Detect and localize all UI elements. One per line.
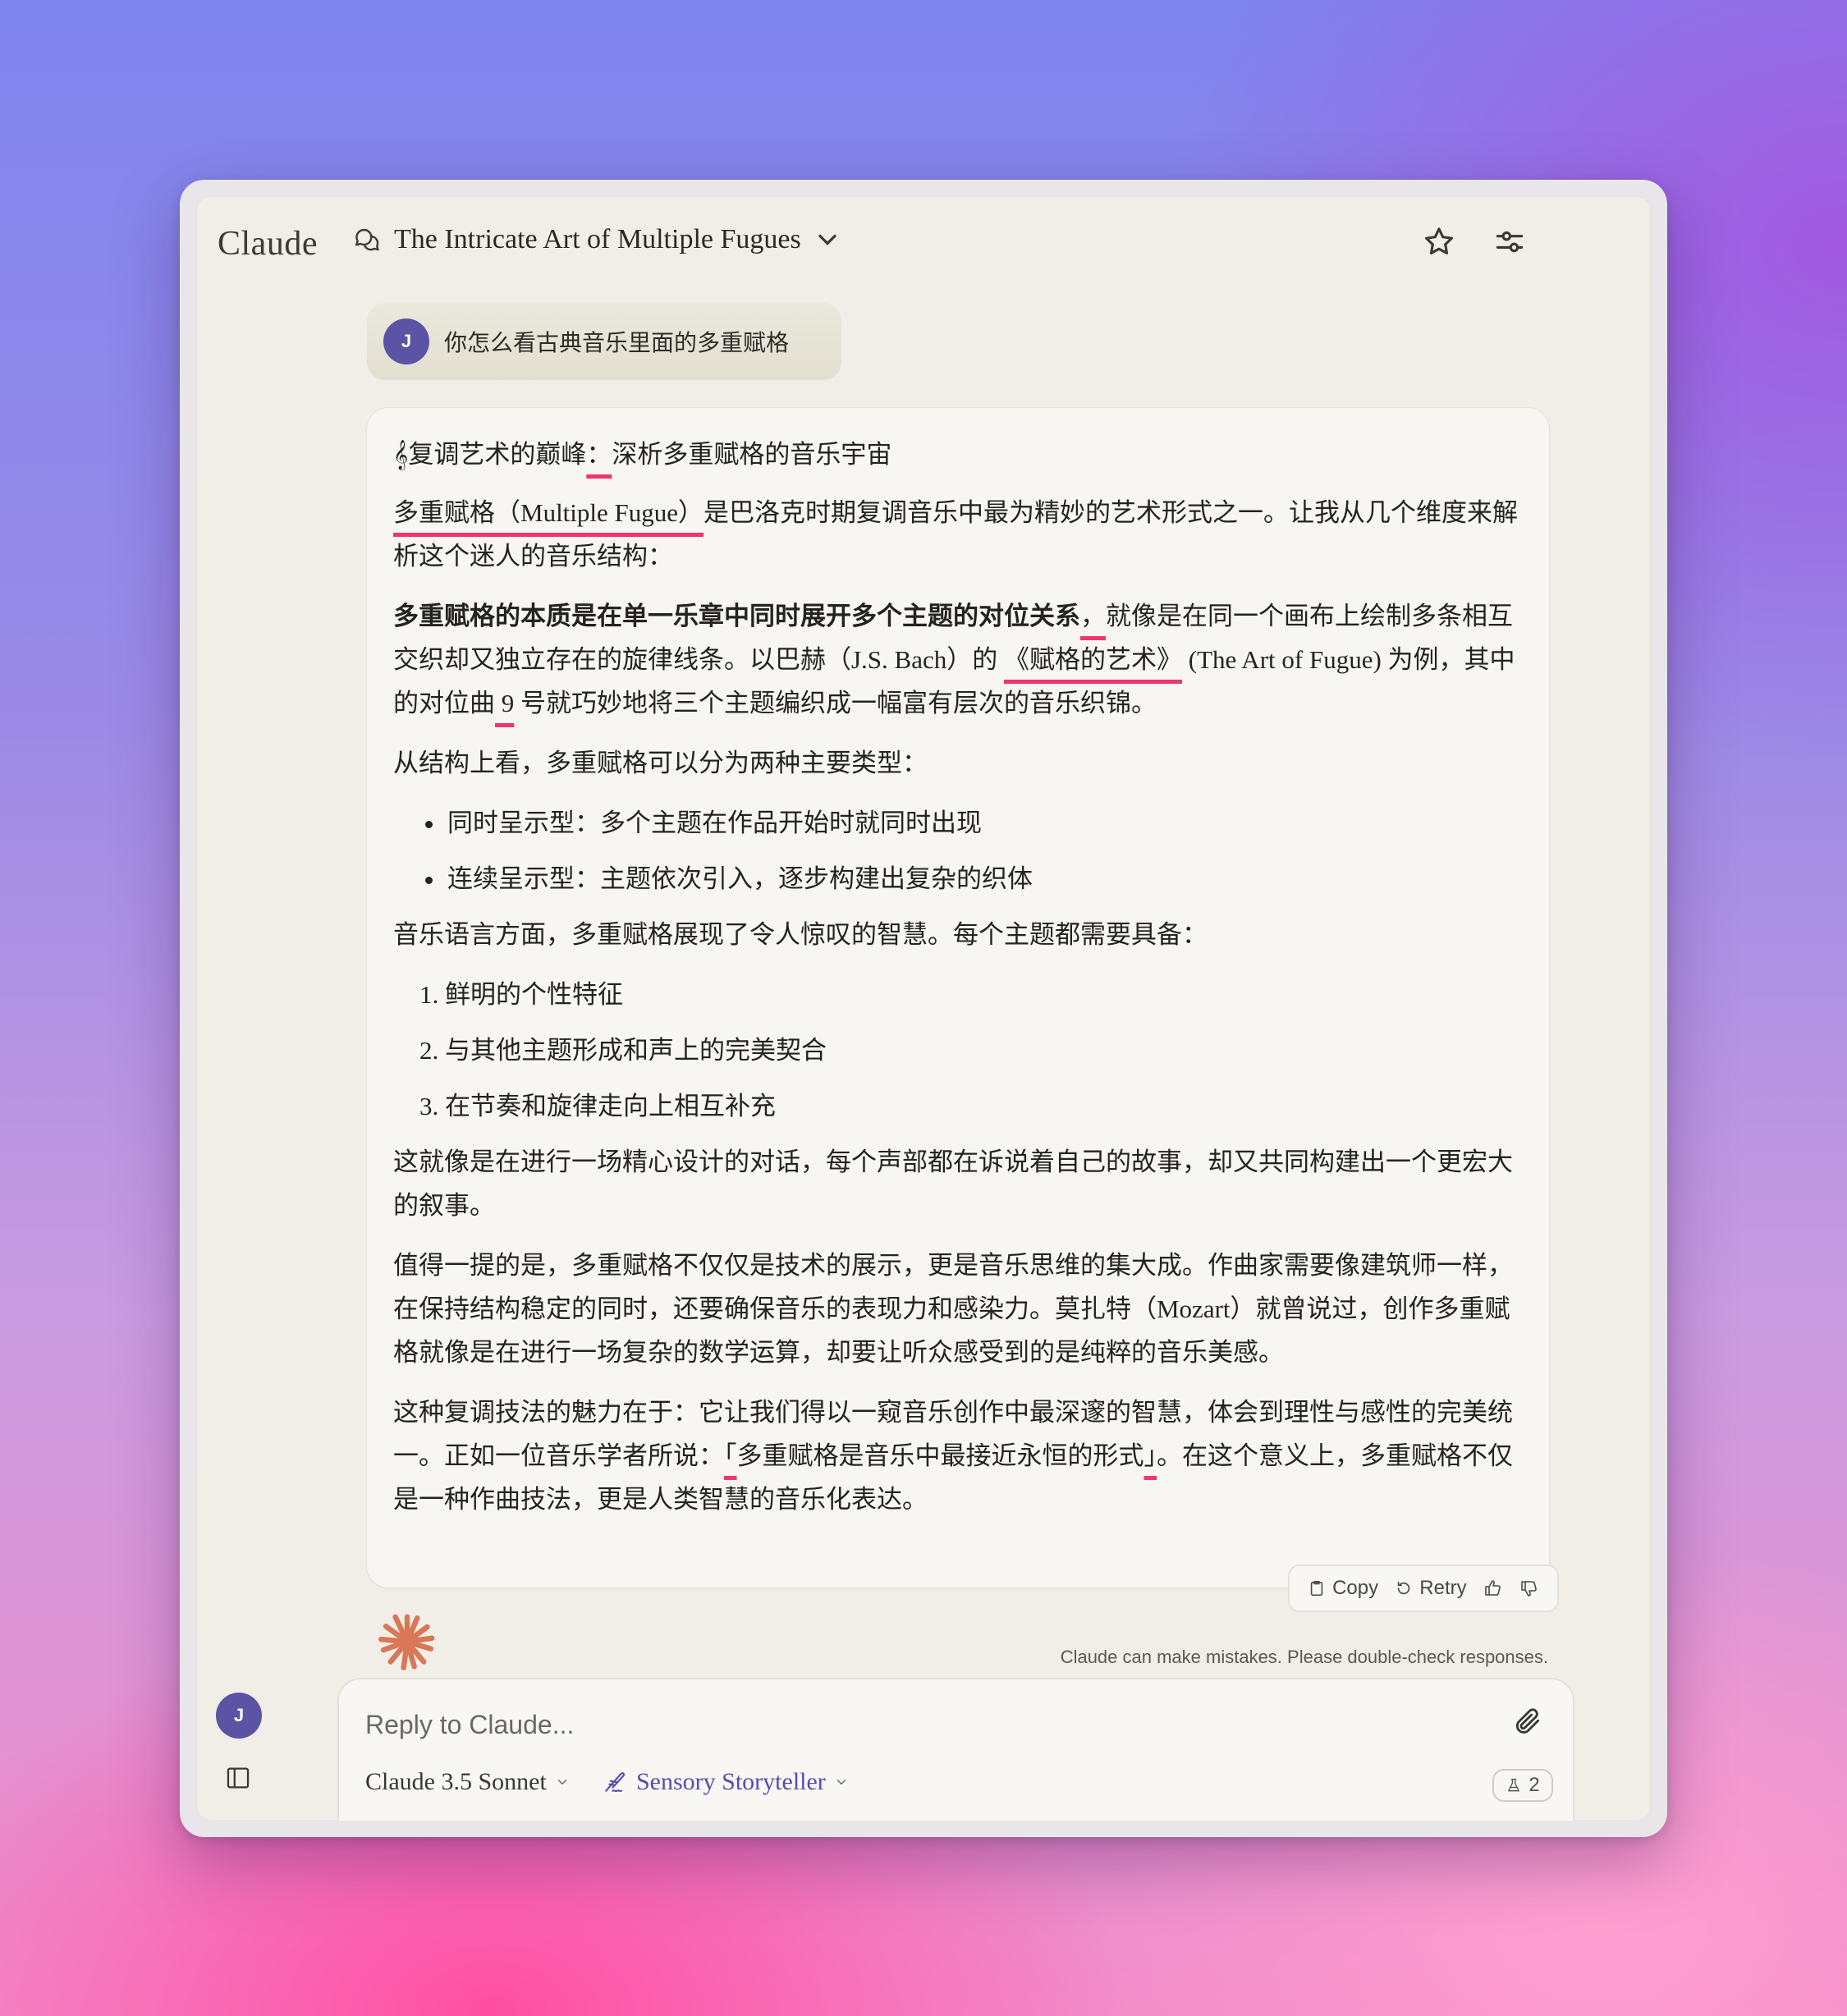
- paragraph-language: 音乐语言方面，多重赋格展现了令人惊叹的智慧。每个主题都需要具备：: [393, 920, 1208, 949]
- copy-button[interactable]: Copy: [1308, 1577, 1378, 1600]
- highlight-mark: 」: [1143, 1441, 1157, 1470]
- highlight-mark: ，: [1080, 602, 1106, 630]
- list-item: 1. 鲜明的个性特征: [419, 980, 623, 1009]
- numbered-list: 1. 鲜明的个性特征 2. 与其他主题形成和声上的完美契合 3. 在节奏和旋律走…: [418, 973, 1524, 1128]
- paragraph-structure: 从结构上看，多重赋格可以分为两种主要类型：: [393, 749, 928, 777]
- user-avatar: J: [383, 318, 429, 364]
- clipboard-icon: [1310, 1580, 1323, 1597]
- chevron-down-icon: [818, 234, 836, 245]
- list-item: 同时呈示型：多个主题在作品开始时就同时出现: [446, 801, 1524, 845]
- thumbs-down-icon[interactable]: [1519, 1578, 1539, 1598]
- model-selector[interactable]: Claude 3.5 Sonnet: [365, 1768, 570, 1796]
- claude-spark-icon: [378, 1614, 435, 1670]
- composer: Claude 3.5 Sonnet Sensory Storyteller 2: [339, 1679, 1573, 1821]
- paragraph-essence: 多重赋格的本质是在单一乐章中同时展开多个主题的对位关系，就像是在同一个画布上绘制…: [393, 602, 1515, 717]
- app-window: Claude The Intricate Art of Multiple Fug…: [196, 196, 1651, 1821]
- user-message-text: 你怎么看古典音乐里面的多重赋格: [444, 329, 790, 356]
- sliders-icon[interactable]: [1492, 224, 1528, 260]
- list-item: 连续呈示型：主题依次引入，逐步构建出复杂的织体: [446, 857, 1524, 900]
- paragraph-conclusion: 这种复调技法的魅力在于：它让我们得以一窥音乐创作中最深邃的智慧，体会到理性与感性…: [393, 1398, 1513, 1514]
- paperclip-icon[interactable]: [1512, 1706, 1543, 1737]
- chat-bubbles-icon: [355, 228, 379, 251]
- header: Claude The Intricate Art of Multiple Fug…: [196, 196, 1651, 286]
- user-message: J 你怎么看古典音乐里面的多重赋格: [367, 303, 841, 380]
- message-actions: Copy Retry: [1288, 1565, 1559, 1612]
- list-item: 3. 在节奏和旋律走向上相互补充: [419, 1092, 776, 1120]
- claude-logo[interactable]: Claude: [218, 224, 318, 263]
- highlight-mark: 《赋格的艺术》: [1004, 645, 1182, 674]
- highlight-mark: ：: [586, 440, 612, 469]
- treble-clef-icon: 𝄞: [393, 440, 409, 469]
- disclaimer-text: Claude can make mistakes. Please double-…: [1060, 1647, 1548, 1667]
- lab-features-badge[interactable]: 2: [1492, 1769, 1553, 1802]
- retry-icon: [1398, 1581, 1410, 1595]
- flask-icon: [1508, 1778, 1520, 1792]
- assistant-message: 𝄞复调艺术的巅峰：深析多重赋格的音乐宇宙 多重赋格（Multiple Fugue…: [367, 408, 1549, 1588]
- paragraph-worth: 值得一提的是，多重赋格不仅仅是技术的展示，更是音乐思维的集大成。作曲家需要像建筑…: [393, 1251, 1513, 1367]
- retry-button[interactable]: Retry: [1395, 1577, 1467, 1600]
- highlight-mark: 9: [495, 689, 515, 717]
- paragraph-dialogue: 这就像是在进行一场精心设计的对话，每个声部都在诉说着自己的故事，却又共同构建出一…: [393, 1148, 1513, 1220]
- highlight-mark: 多重赋格（Multiple Fugue）: [393, 498, 704, 527]
- chevron-down-icon: [836, 1780, 846, 1785]
- thumbs-up-icon[interactable]: [1483, 1578, 1503, 1598]
- reply-input[interactable]: [365, 1704, 1432, 1745]
- account-avatar[interactable]: J: [216, 1693, 262, 1739]
- sidebar-toggle-icon[interactable]: [224, 1764, 252, 1792]
- feather-quill-icon: [605, 1772, 626, 1793]
- chevron-down-icon: [557, 1780, 567, 1785]
- highlight-mark: 「: [724, 1441, 737, 1470]
- list-item: 2. 与其他主题形成和声上的完美契合: [419, 1036, 827, 1065]
- chat-title-text: The Intricate Art of Multiple Fugues: [394, 224, 801, 254]
- paragraph-intro: 多重赋格（Multiple Fugue）是巴洛克时期复调音乐中最为精妙的艺术形式…: [393, 498, 1519, 570]
- chat-title-menu[interactable]: The Intricate Art of Multiple Fugues: [353, 224, 842, 255]
- style-selector[interactable]: Sensory Storyteller: [602, 1768, 849, 1796]
- response-heading: 𝄞复调艺术的巅峰：深析多重赋格的音乐宇宙: [393, 440, 892, 469]
- bullet-list: 同时呈示型：多个主题在作品开始时就同时出现 连续呈示型：主题依次引入，逐步构建出…: [446, 801, 1524, 900]
- star-icon[interactable]: [1421, 224, 1457, 260]
